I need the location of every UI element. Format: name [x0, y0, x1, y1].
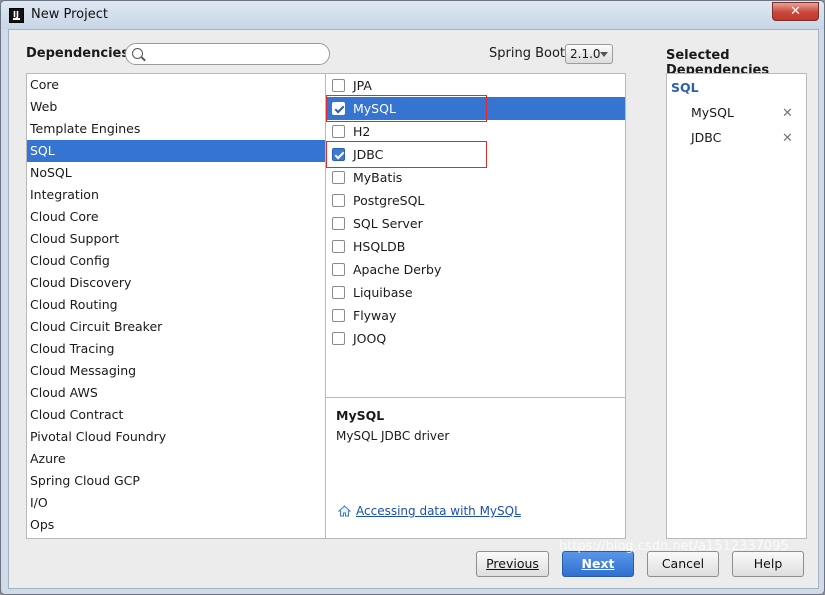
watermark-text: https://blog.csdn.net/a1512337095: [559, 539, 789, 554]
dependency-checkbox[interactable]: [332, 309, 345, 322]
dependency-description-panel: MySQL MySQL JDBC driver Accessing data w…: [325, 397, 626, 539]
dependency-label: JOOQ: [353, 331, 387, 346]
home-icon: [338, 505, 351, 517]
dependency-item[interactable]: PostgreSQL: [326, 189, 625, 212]
window-title: New Project: [31, 7, 108, 22]
annotation-box-jdbc: [326, 141, 487, 168]
search-icon: [132, 48, 143, 59]
category-item[interactable]: Ops: [27, 514, 325, 536]
dependency-item[interactable]: HSQLDB: [326, 235, 625, 258]
remove-mysql-icon[interactable]: ✕: [782, 106, 793, 121]
annotation-box-mysql: [326, 95, 487, 122]
dependency-item[interactable]: JPA: [326, 74, 625, 97]
dependency-checkbox[interactable]: [332, 263, 345, 276]
category-item[interactable]: SQL: [27, 140, 325, 162]
dependency-label: H2: [353, 124, 371, 139]
spring-boot-version-select[interactable]: 2.1.0: [565, 44, 613, 64]
category-item[interactable]: Cloud Circuit Breaker: [27, 316, 325, 338]
help-button[interactable]: Help: [732, 551, 804, 577]
dependency-label: SQL Server: [353, 216, 423, 231]
dependency-checkbox[interactable]: [332, 286, 345, 299]
close-button[interactable]: ✕: [772, 2, 819, 21]
category-item[interactable]: Pivotal Cloud Foundry: [27, 426, 325, 448]
new-project-dialog: IJ New Project ✕ Dependencies Spring Boo…: [0, 0, 825, 595]
dependencies-label: Dependencies: [26, 46, 130, 61]
dependency-item[interactable]: H2: [326, 120, 625, 143]
cancel-button[interactable]: Cancel: [647, 551, 719, 577]
dependency-item[interactable]: Apache Derby: [326, 258, 625, 281]
guide-link[interactable]: Accessing data with MySQL: [356, 504, 521, 518]
spring-boot-version-value: 2.1.0: [570, 47, 601, 61]
title-bar[interactable]: IJ New Project ✕: [1, 1, 824, 29]
intellij-app-icon: IJ: [9, 8, 24, 23]
dialog-content: Dependencies Spring Boot 2.1.0 Selected …: [8, 29, 819, 589]
selected-dependencies-panel: SQL MySQL ✕ JDBC ✕: [666, 73, 807, 539]
previous-button[interactable]: Previous: [476, 551, 549, 577]
dependency-item[interactable]: MyBatis: [326, 166, 625, 189]
dependency-item[interactable]: JOOQ: [326, 327, 625, 350]
dependency-label: Liquibase: [353, 285, 413, 300]
category-item[interactable]: Cloud Config: [27, 250, 325, 272]
category-item[interactable]: Cloud Tracing: [27, 338, 325, 360]
category-item[interactable]: Template Engines: [27, 118, 325, 140]
chevron-down-icon: [600, 52, 608, 57]
category-item[interactable]: Integration: [27, 184, 325, 206]
dependency-item[interactable]: Flyway: [326, 304, 625, 327]
dependency-item[interactable]: Liquibase: [326, 281, 625, 304]
category-item[interactable]: Cloud Discovery: [27, 272, 325, 294]
category-list[interactable]: Core Web Template Engines SQL NoSQL Integrati…: [26, 73, 326, 539]
category-item[interactable]: Cloud Support: [27, 228, 325, 250]
category-item[interactable]: I/O: [27, 492, 325, 514]
dependency-list[interactable]: JPA MySQL H2 JDBC MyBatis PostgreSQL SQL Serve…: [325, 73, 626, 398]
category-item[interactable]: Azure: [27, 448, 325, 470]
dependency-checkbox[interactable]: [332, 171, 345, 184]
category-item[interactable]: Web: [27, 96, 325, 118]
search-box[interactable]: [125, 43, 330, 65]
selected-group-label: SQL: [671, 80, 699, 95]
selected-item: MySQL: [691, 105, 734, 120]
dependency-checkbox[interactable]: [332, 79, 345, 92]
category-item[interactable]: Spring Cloud GCP: [27, 470, 325, 492]
remove-jdbc-icon[interactable]: ✕: [782, 131, 793, 146]
dependency-label: MyBatis: [353, 170, 403, 185]
dependency-label: JPA: [353, 78, 372, 93]
category-item[interactable]: Core: [27, 74, 325, 96]
category-item[interactable]: Cloud Contract: [27, 404, 325, 426]
dependency-checkbox[interactable]: [332, 332, 345, 345]
dependency-checkbox[interactable]: [332, 194, 345, 207]
dependency-label: Flyway: [353, 308, 397, 323]
dependency-item[interactable]: SQL Server: [326, 212, 625, 235]
category-item[interactable]: Cloud Routing: [27, 294, 325, 316]
dependency-checkbox[interactable]: [332, 240, 345, 253]
selected-item: JDBC: [691, 130, 722, 145]
description-text: MySQL JDBC driver: [336, 429, 450, 443]
category-item[interactable]: Cloud Core: [27, 206, 325, 228]
category-item[interactable]: NoSQL: [27, 162, 325, 184]
next-button[interactable]: Next: [562, 551, 634, 577]
category-item[interactable]: Cloud AWS: [27, 382, 325, 404]
category-item[interactable]: Cloud Messaging: [27, 360, 325, 382]
dependency-checkbox[interactable]: [332, 217, 345, 230]
dependency-label: Apache Derby: [353, 262, 442, 277]
dependency-checkbox[interactable]: [332, 125, 345, 138]
search-input[interactable]: [148, 46, 324, 62]
dependency-label: HSQLDB: [353, 239, 406, 254]
spring-boot-label: Spring Boot: [489, 46, 566, 61]
description-title: MySQL: [336, 408, 385, 423]
dependency-label: PostgreSQL: [353, 193, 425, 208]
